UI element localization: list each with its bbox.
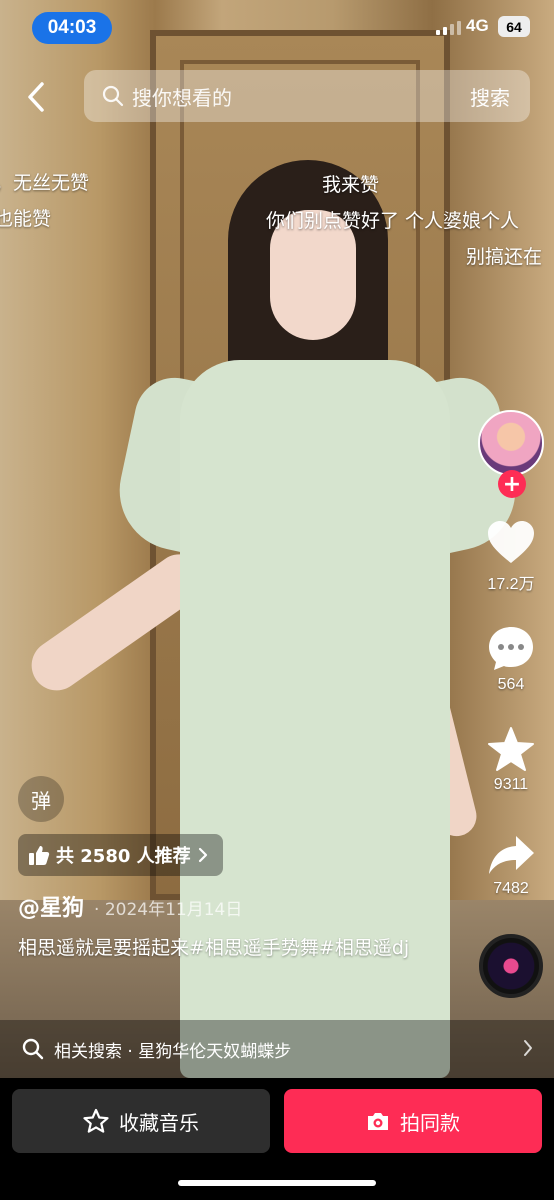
shoot-same-label: 拍同款 [400, 1110, 460, 1135]
comment-icon [489, 627, 533, 670]
related-search-text: 相关搜索 · 星狗华伦天奴蝴蝶步 [54, 1041, 292, 1062]
collect-music-label: 收藏音乐 [119, 1110, 199, 1135]
danmaku-comment: 我来赞 [322, 174, 380, 196]
danmaku-comment: 你们别点赞好了 个人婆娘个人 [266, 210, 520, 232]
like-button[interactable]: 17.2万 [478, 520, 544, 594]
chevron-right-icon [198, 847, 207, 863]
share-button[interactable]: 7482 [478, 834, 544, 898]
recommend-badge[interactable]: 共 2580 人推荐 [18, 834, 223, 876]
search-icon [102, 85, 124, 107]
music-disc-icon[interactable] [479, 934, 543, 998]
camera-icon [368, 1113, 388, 1130]
home-indicator[interactable] [178, 1180, 376, 1186]
danmaku-comment: ，无丝无赞 [0, 172, 90, 194]
status-bar: 04:03 4G 64 [0, 12, 554, 46]
post-date: · 2024年11月14日 [94, 900, 243, 920]
author-avatar[interactable] [478, 410, 544, 476]
favorite-button[interactable]: 9311 [478, 726, 544, 794]
related-search-bar[interactable]: 相关搜索 · 星狗华伦天奴蝴蝶步 [0, 1020, 554, 1078]
network-type: 4G [466, 16, 489, 35]
video-caption[interactable]: 相思遥就是要摇起来#相思遥手势舞#相思遥dj [18, 934, 428, 963]
like-count: 17.2万 [487, 576, 535, 593]
search-input[interactable]: 搜你想看的 [132, 82, 470, 111]
danmaku-comment: 别搞还在 [466, 246, 543, 268]
star-icon [488, 727, 534, 771]
shoot-same-button[interactable]: 拍同款 [284, 1089, 542, 1153]
search-icon [22, 1038, 44, 1060]
author-row: @星狗 · 2024年11月14日 [18, 890, 242, 922]
heart-icon [488, 521, 534, 563]
search-button[interactable]: 搜索 [470, 82, 510, 111]
search-bar[interactable]: 搜你想看的 搜索 [84, 70, 530, 122]
share-count: 7482 [493, 880, 529, 897]
signal-icon [436, 21, 461, 35]
star-outline-icon [83, 1108, 109, 1133]
battery-icon: 64 [498, 16, 530, 37]
back-button[interactable] [22, 80, 52, 114]
collect-music-button[interactable]: 收藏音乐 [12, 1089, 270, 1153]
chevron-right-icon [524, 1040, 532, 1056]
author-name[interactable]: @星狗 [18, 890, 84, 922]
share-arrow-icon [489, 836, 534, 874]
danmaku-comment: 也能赞 [0, 208, 52, 230]
favorite-count: 9311 [493, 776, 529, 793]
comment-button[interactable]: 564 [478, 624, 544, 694]
danmaku-toggle-button[interactable]: 弹 [18, 776, 64, 822]
follow-button[interactable]: + [498, 470, 526, 498]
person-dress [180, 360, 450, 1078]
recommend-text: 共 2580 人推荐 [56, 846, 191, 867]
plus-icon: + [502, 471, 522, 497]
status-time: 04:03 [32, 12, 112, 44]
chevron-left-icon [28, 82, 44, 112]
comment-count: 564 [497, 676, 525, 693]
thumbs-up-icon [29, 846, 50, 865]
